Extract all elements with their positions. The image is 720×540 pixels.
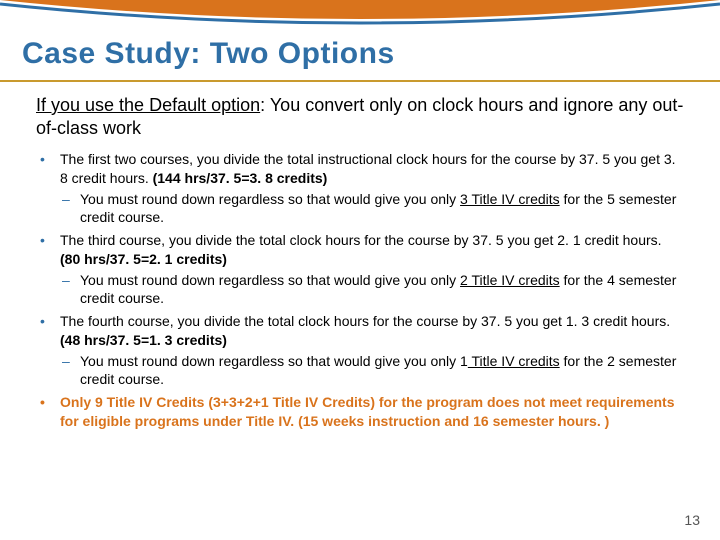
bullet-item: The first two courses, you divide the to… [36, 150, 684, 227]
bullet-summary: Only 9 Title IV Credits (3+3+2+1 Title I… [36, 393, 684, 431]
bullet-calc: (80 hrs/37. 5=2. 1 credits) [60, 251, 227, 267]
slide: Case Study: Two Options If you use the D… [0, 0, 720, 540]
sub-list: You must round down regardless so that w… [60, 190, 684, 228]
bullet-calc: (144 hrs/37. 5=3. 8 credits) [153, 170, 328, 186]
bullet-text: The fourth course, you divide the total … [60, 313, 670, 329]
intro-text: If you use the Default option: You conve… [36, 94, 684, 140]
page-number: 13 [684, 512, 700, 528]
arc-svg [0, 0, 720, 28]
slide-body: If you use the Default option: You conve… [36, 94, 684, 435]
sub-item: You must round down regardless so that w… [60, 190, 684, 228]
title-rule [0, 80, 720, 82]
sub-item: You must round down regardless so that w… [60, 352, 684, 390]
sub-list: You must round down regardless so that w… [60, 271, 684, 309]
title-band: Case Study: Two Options [0, 37, 720, 71]
bullet-calc: (48 hrs/37. 5=1. 3 credits) [60, 332, 227, 348]
slide-title: Case Study: Two Options [22, 37, 698, 71]
sub-list: You must round down regardless so that w… [60, 352, 684, 390]
header-arc [0, 0, 720, 28]
bullet-text: The third course, you divide the total c… [60, 232, 662, 248]
bullet-list: The first two courses, you divide the to… [36, 150, 684, 431]
sub-item: You must round down regardless so that w… [60, 271, 684, 309]
intro-underlined: If you use the Default option [36, 95, 260, 115]
bullet-item: The fourth course, you divide the total … [36, 312, 684, 389]
bullet-item: The third course, you divide the total c… [36, 231, 684, 308]
